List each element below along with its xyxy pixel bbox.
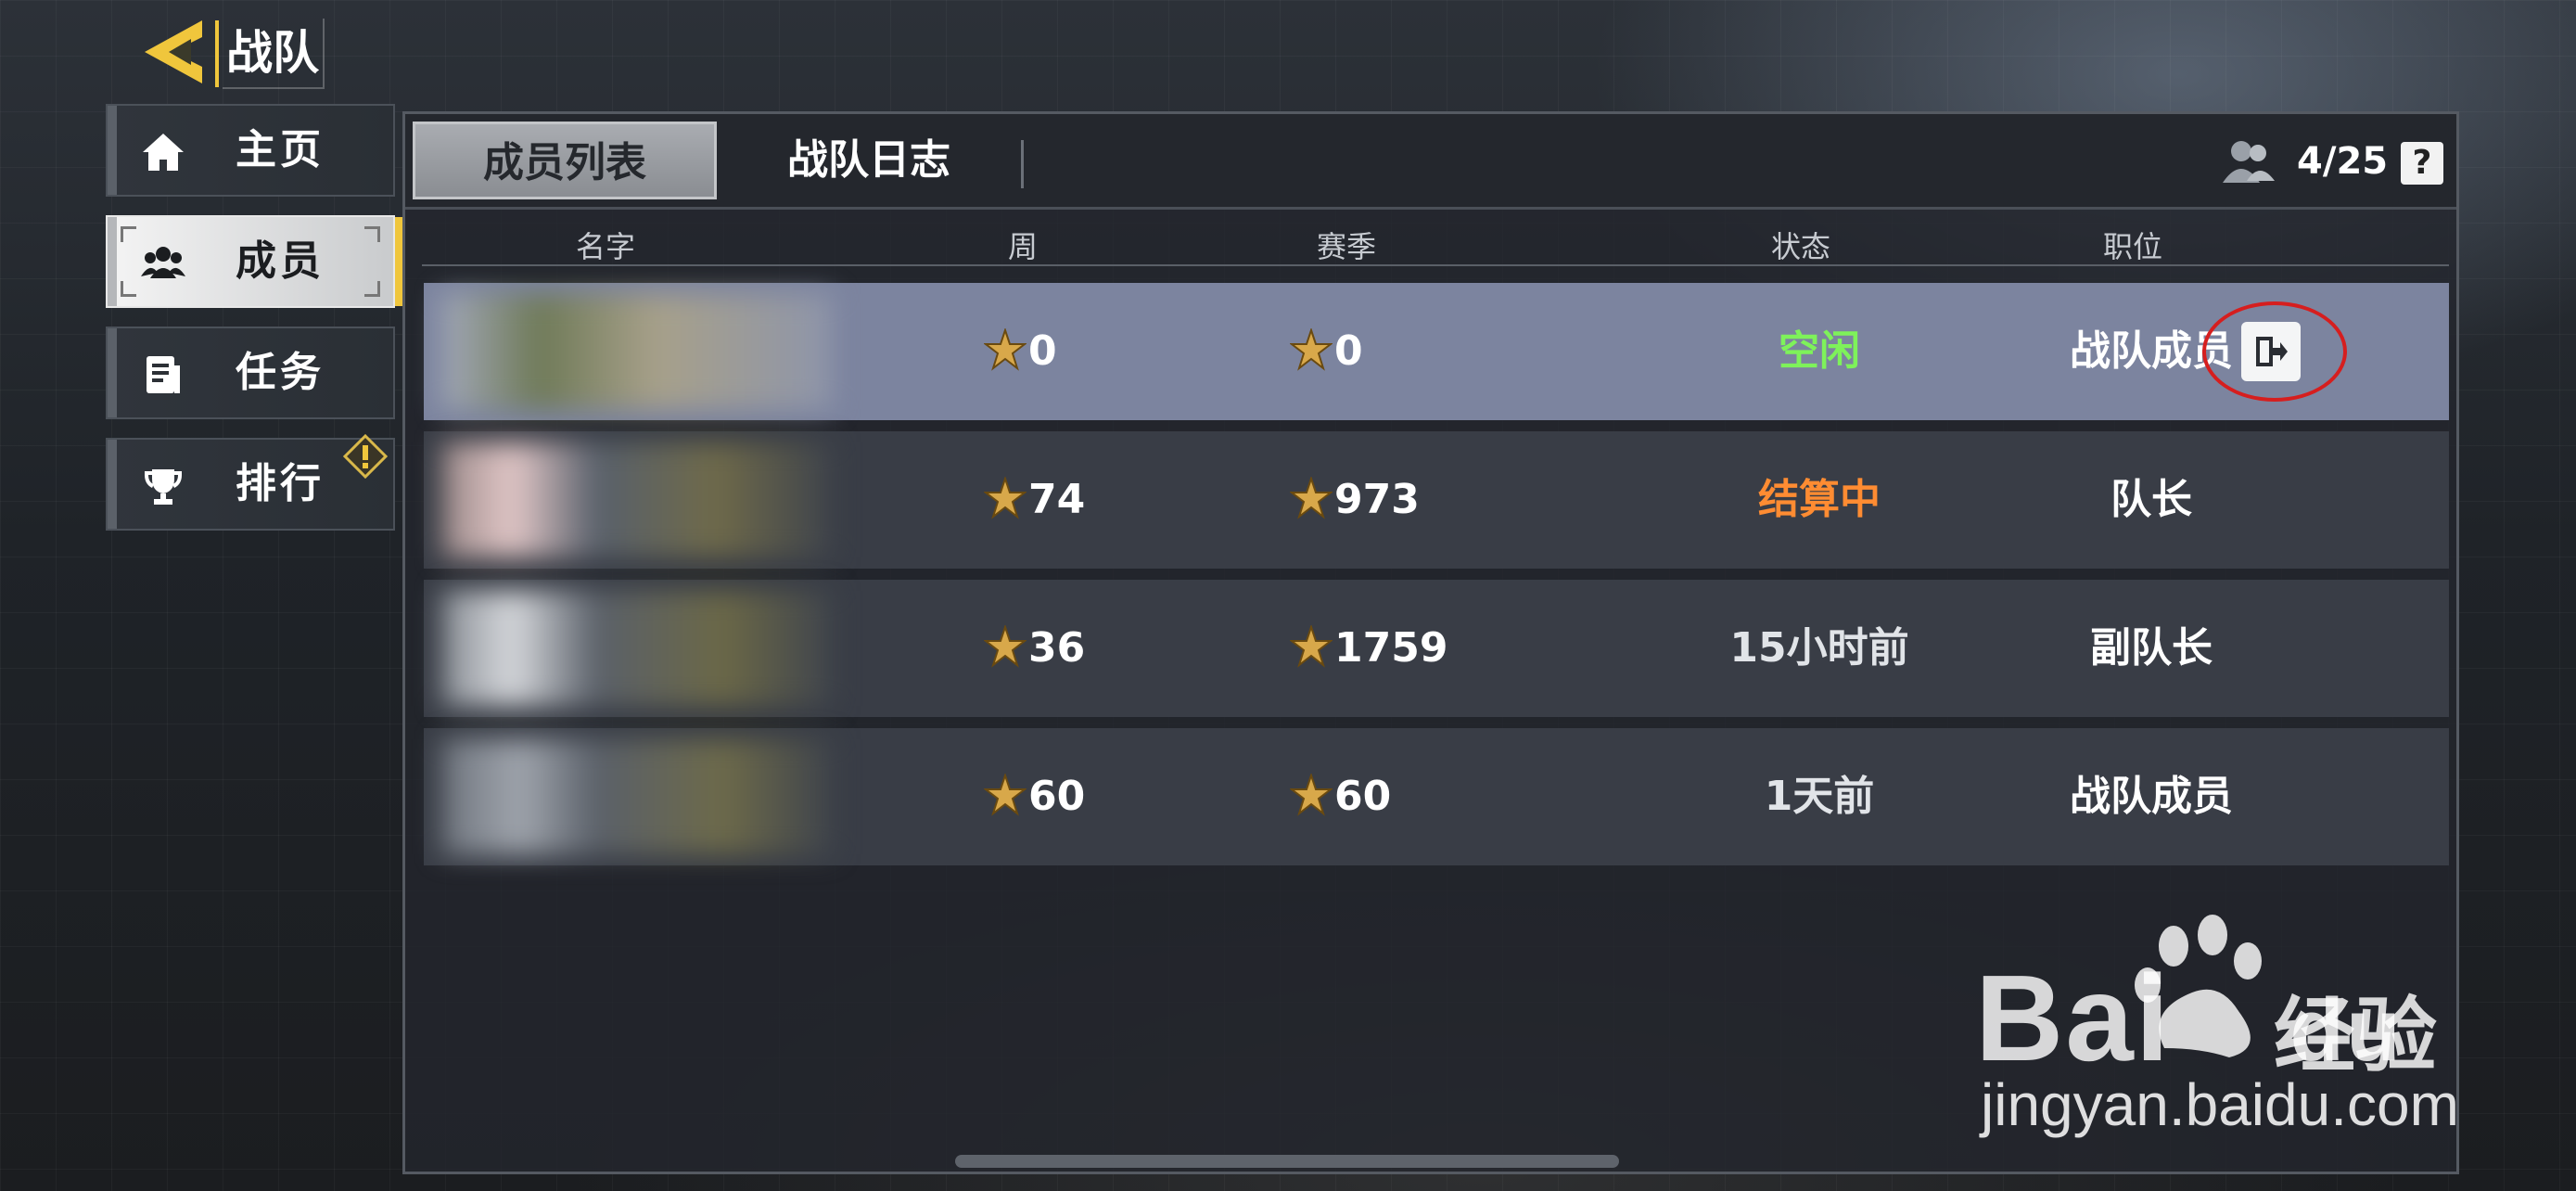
column-header-name: 名字 <box>575 229 635 264</box>
season-score: 0 <box>1290 283 1363 420</box>
column-header-season: 赛季 <box>1316 229 1376 264</box>
back-button[interactable] <box>137 17 210 87</box>
sidebar-item-label: 主页 <box>236 126 325 173</box>
member-row[interactable]: 74 973 结算中 队长 <box>424 431 2449 569</box>
sidebar-item-members[interactable]: 成员 <box>106 215 402 308</box>
home-icon <box>143 134 184 171</box>
member-name-blurred <box>442 294 832 409</box>
star-icon <box>1290 477 1333 519</box>
column-header-week: 周 <box>1007 229 1038 264</box>
season-score: 1759 <box>1290 580 1447 717</box>
week-score: 74 <box>984 431 1085 569</box>
tab-divider <box>1021 140 1024 188</box>
corner-bracket <box>364 226 380 242</box>
member-status: 1天前 <box>1764 773 1875 820</box>
sidebar-item-label: 成员 <box>236 237 325 285</box>
star-icon <box>984 625 1027 668</box>
title-accent-bar <box>215 20 219 87</box>
tab-team-log[interactable]: 战队日志 <box>721 122 1017 199</box>
highlight-ring <box>2202 301 2347 402</box>
corner-bracket <box>364 281 380 297</box>
corner-bracket <box>121 281 136 297</box>
sidebar-item-home[interactable]: 主页 <box>106 104 395 197</box>
sidebar-item-label: 任务 <box>236 349 325 396</box>
member-status: 空闲 <box>1779 327 1860 375</box>
member-role: 队长 <box>2111 476 2192 523</box>
tab-member-list[interactable]: 成员列表 <box>413 122 717 199</box>
scrollbar[interactable] <box>955 1155 1619 1168</box>
member-count-icon <box>2223 141 2275 183</box>
sidebar-item-ranking[interactable]: 排行 <box>106 434 395 531</box>
member-name-blurred <box>442 442 832 557</box>
watermark-url: jingyan.baidu.com <box>1981 1071 2459 1138</box>
member-row[interactable]: 60 60 1天前 战队成员 <box>424 728 2449 865</box>
member-status: 结算中 <box>1758 476 1881 523</box>
star-icon <box>984 774 1027 816</box>
member-row[interactable]: 36 1759 15小时前 副队长 <box>424 580 2449 717</box>
member-row[interactable]: 0 0 空闲 战队成员 <box>424 283 2449 420</box>
member-status: 15小时前 <box>1729 624 1909 672</box>
header-divider <box>422 264 2449 266</box>
baidu-paw-icon <box>2135 915 2262 1057</box>
column-header-role: 职位 <box>2102 229 2162 264</box>
page-title: 战队 <box>223 19 325 89</box>
star-icon <box>984 328 1027 371</box>
help-button[interactable]: ? <box>2401 142 2443 185</box>
week-score: 36 <box>984 580 1085 717</box>
trophy-icon <box>145 469 182 505</box>
warning-icon <box>343 434 388 479</box>
member-role: 战队成员 <box>2070 773 2233 820</box>
member-name-blurred <box>442 739 832 854</box>
members-icon <box>141 247 185 278</box>
star-icon <box>1290 328 1333 371</box>
star-icon <box>1290 774 1333 816</box>
star-icon <box>1290 625 1333 668</box>
member-role: 副队长 <box>2090 624 2213 672</box>
member-name-blurred <box>442 591 832 706</box>
week-score: 60 <box>984 728 1085 865</box>
season-score: 973 <box>1290 431 1420 569</box>
task-icon <box>147 356 180 393</box>
corner-bracket <box>121 226 136 242</box>
member-count: 4/25 <box>2297 140 2389 183</box>
star-icon <box>984 477 1027 519</box>
sidebar-item-tasks[interactable]: 任务 <box>106 327 395 419</box>
column-header-status: 状态 <box>1770 229 1830 264</box>
week-score: 0 <box>984 283 1057 420</box>
back-arrow-icon <box>145 20 202 83</box>
sidebar-item-label: 排行 <box>236 460 325 507</box>
season-score: 60 <box>1290 728 1391 865</box>
tab-bar: 成员列表 战队日志 4/25 ? <box>405 114 2456 210</box>
